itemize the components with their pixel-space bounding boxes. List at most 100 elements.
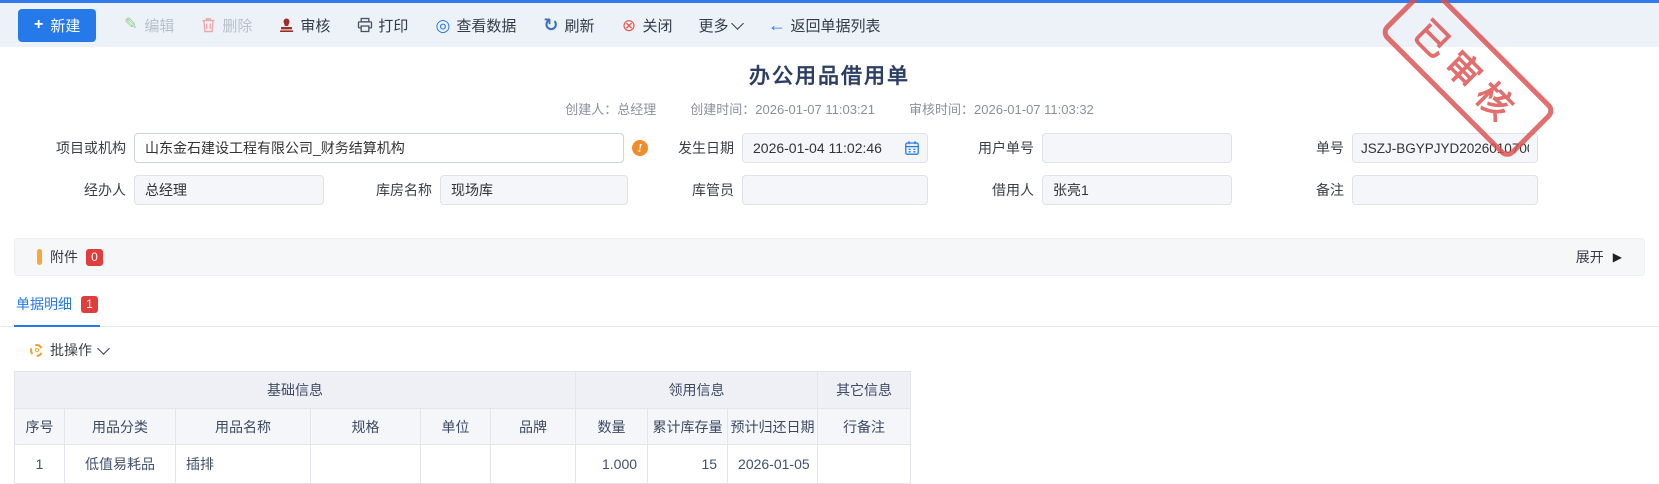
close-label: 关闭 [642, 15, 672, 36]
col-brand: 品牌 [491, 409, 576, 445]
chevron-down-icon [97, 342, 110, 355]
field-warehouse: 库房名称 [352, 175, 628, 205]
col-seq: 序号 [15, 409, 65, 445]
created-label: 创建时间： [690, 102, 755, 117]
user-no-label: 用户单号 [952, 138, 1034, 158]
remark-input[interactable] [1352, 175, 1538, 205]
cell-stock: 15 [648, 445, 728, 484]
view-data-label: 查看数据 [456, 15, 516, 36]
group-other-info: 其它信息 [818, 372, 911, 409]
batch-operation-button[interactable]: 批操作 [30, 340, 1659, 360]
new-button-label: 新建 [50, 15, 80, 36]
table-group-header: 基础信息 领用信息 其它信息 [15, 372, 911, 409]
borrower-input[interactable] [1042, 175, 1232, 205]
calendar-icon[interactable] [904, 140, 920, 161]
expand-label: 展开 [1576, 247, 1604, 267]
field-user-no: 用户单号 [952, 133, 1232, 163]
gear-icon [30, 344, 43, 357]
doc-meta: 创建人：总经理 创建时间：2026-01-07 11:03:21 审核时间：20… [0, 99, 1659, 118]
back-to-list-button[interactable]: ← 返回单据列表 [768, 15, 880, 36]
field-date: 发生日期 [652, 133, 928, 163]
field-keeper: 库管员 [652, 175, 928, 205]
tab-detail-label: 单据明细 [16, 294, 72, 314]
field-borrower: 借用人 [952, 175, 1232, 205]
user-no-input[interactable] [1042, 133, 1232, 163]
col-qty: 数量 [576, 409, 648, 445]
group-basic-info: 基础信息 [15, 372, 576, 409]
audited-label: 审核时间： [909, 102, 974, 117]
field-remark: 备注 [1288, 175, 1538, 205]
date-box [742, 133, 928, 163]
creator-value: 总经理 [617, 102, 656, 117]
org-input[interactable] [134, 133, 624, 163]
pencil-icon: ✎ [122, 17, 139, 34]
form-area: 项目或机构 ! 发生日期 用户单号 单号 经办人 库房名称 库管员 借用人 [0, 133, 1659, 221]
refresh-icon: ↻ [542, 17, 559, 34]
audited-meta: 审核时间：2026-01-07 11:03:32 [909, 99, 1094, 118]
back-arrow-icon: ← [768, 17, 785, 34]
refresh-label: 刷新 [564, 15, 594, 36]
print-button[interactable]: 打印 [356, 15, 408, 36]
close-icon: ⊗ [620, 17, 637, 34]
cell-name: 插排 [176, 445, 311, 484]
delete-button[interactable]: 删除 [200, 15, 252, 36]
more-label: 更多 [698, 15, 728, 36]
printer-icon [356, 17, 373, 34]
tab-detail-badge: 1 [81, 296, 98, 313]
created-value: 2026-01-07 11:03:21 [755, 102, 875, 117]
batch-operation-label: 批操作 [50, 340, 92, 360]
col-category: 用品分类 [65, 409, 176, 445]
edit-label: 编辑 [144, 15, 174, 36]
col-row-remark: 行备注 [818, 409, 911, 445]
table-row: 1 低值易耗品 插排 1.000 15 2026-01-05 [15, 445, 911, 484]
cell-unit [421, 445, 491, 484]
attachment-marker-icon [37, 249, 42, 265]
audited-value: 2026-01-07 11:03:32 [974, 102, 1094, 117]
cell-category: 低值易耗品 [65, 445, 176, 484]
new-button[interactable]: + 新建 [18, 9, 96, 42]
view-data-button[interactable]: ◎ 查看数据 [434, 15, 516, 36]
attachment-header: 附件 0 [37, 247, 103, 267]
attachment-bar: 附件 0 展开 ▶ [14, 238, 1645, 276]
cell-brand [491, 445, 576, 484]
back-label: 返回单据列表 [790, 15, 880, 36]
handler-label: 经办人 [14, 180, 126, 200]
handler-input[interactable] [134, 175, 324, 205]
field-handler: 经办人 [14, 175, 324, 205]
audit-button[interactable]: 审核 [278, 15, 330, 36]
date-input[interactable] [742, 133, 928, 163]
info-icon: ! [632, 140, 648, 156]
col-stock: 累计库存量 [648, 409, 728, 445]
col-unit: 单位 [421, 409, 491, 445]
borrower-label: 借用人 [952, 180, 1034, 200]
remark-label: 备注 [1288, 180, 1344, 200]
detail-table: 基础信息 领用信息 其它信息 序号 用品分类 用品名称 规格 单位 品牌 数量 … [14, 371, 911, 484]
attachment-count-badge: 0 [86, 249, 103, 266]
tab-bar: 单据明细 1 [0, 289, 1659, 327]
delete-label: 删除 [222, 15, 252, 36]
field-org: 项目或机构 ! [14, 133, 648, 163]
org-label: 项目或机构 [14, 138, 126, 158]
warehouse-input[interactable] [440, 175, 628, 205]
creator-meta: 创建人：总经理 [565, 99, 656, 118]
keeper-input[interactable] [742, 175, 928, 205]
expand-button[interactable]: 展开 ▶ [1576, 247, 1622, 267]
tab-detail[interactable]: 单据明细 1 [14, 289, 100, 327]
view-data-icon: ◎ [434, 17, 451, 34]
date-label: 发生日期 [652, 138, 734, 158]
keeper-label: 库管员 [652, 180, 734, 200]
cell-seq: 1 [15, 445, 65, 484]
expand-arrow-icon: ▶ [1613, 250, 1622, 264]
cell-return-date: 2026-01-05 [728, 445, 818, 484]
creator-label: 创建人： [565, 102, 617, 117]
chevron-down-icon [732, 17, 745, 30]
audit-label: 审核 [300, 15, 330, 36]
close-button[interactable]: ⊗ 关闭 [620, 15, 672, 36]
more-button[interactable]: 更多 [698, 15, 742, 36]
attachment-label: 附件 [50, 247, 78, 267]
cell-qty: 1.000 [576, 445, 648, 484]
edit-button[interactable]: ✎ 编辑 [122, 15, 174, 36]
table-column-header: 序号 用品分类 用品名称 规格 单位 品牌 数量 累计库存量 预计归还日期 行备… [15, 409, 911, 445]
refresh-button[interactable]: ↻ 刷新 [542, 15, 594, 36]
plus-icon: + [34, 17, 43, 33]
